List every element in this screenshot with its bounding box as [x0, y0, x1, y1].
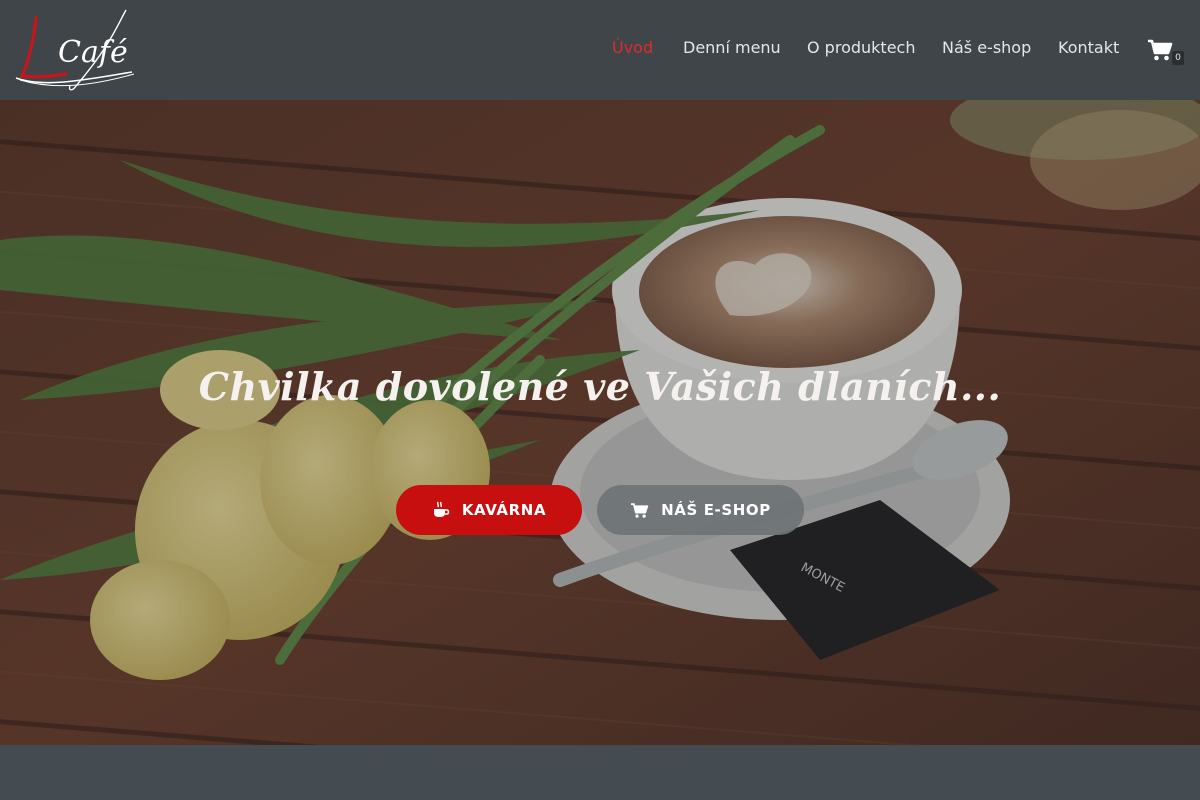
page-section-below — [0, 745, 1200, 800]
nav-item-kontakt[interactable]: Kontakt — [1058, 38, 1119, 57]
kavarna-button[interactable]: KAVÁRNA — [396, 485, 582, 535]
eshop-button[interactable]: NÁŠ E-SHOP — [597, 485, 804, 535]
nav-item-eshop[interactable]: Náš e-shop — [942, 38, 1031, 57]
shopping-cart-icon — [1148, 39, 1173, 61]
nav-item-uvod[interactable]: Úvod — [612, 38, 653, 57]
coffee-cup-icon — [433, 501, 450, 517]
lcafe-logo[interactable]: Café — [14, 6, 138, 94]
eshop-button-label: NÁŠ E-SHOP — [661, 501, 771, 519]
hero-headline: Chvilka dovolené ve Vašich dlaních... — [198, 364, 1002, 409]
nav-item-o-produktech[interactable]: O produktech — [807, 38, 915, 57]
shopping-cart-icon — [631, 502, 649, 518]
nav-item-denni-menu[interactable]: Denní menu — [683, 38, 781, 57]
hero-banner: MONTE Chvilka dovolené ve Vašich dlaních… — [0, 100, 1200, 745]
cart-button[interactable]: 0 — [1147, 38, 1187, 68]
site-header: Café Úvod Denní menu O produktech Náš e-… — [0, 0, 1200, 100]
logo-wordmark: Café — [58, 35, 128, 70]
cart-count-badge: 0 — [1172, 51, 1184, 65]
kavarna-button-label: KAVÁRNA — [461, 501, 547, 519]
hero-overlay — [0, 100, 1200, 745]
